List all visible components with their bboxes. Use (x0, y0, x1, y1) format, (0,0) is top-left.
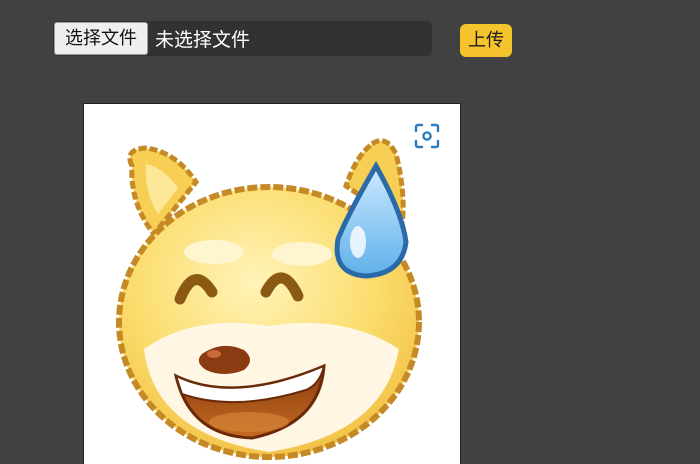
file-status-text: 未选择文件 (155, 29, 251, 51)
image-scan-icon[interactable] (414, 123, 440, 149)
file-upload-field[interactable]: 选择文件 未选择文件 (53, 21, 432, 56)
image-preview (83, 103, 461, 464)
upload-button[interactable]: 上传 (460, 24, 512, 57)
choose-file-button[interactable]: 选择文件 (54, 22, 148, 55)
dog-emoji-image (116, 138, 422, 460)
